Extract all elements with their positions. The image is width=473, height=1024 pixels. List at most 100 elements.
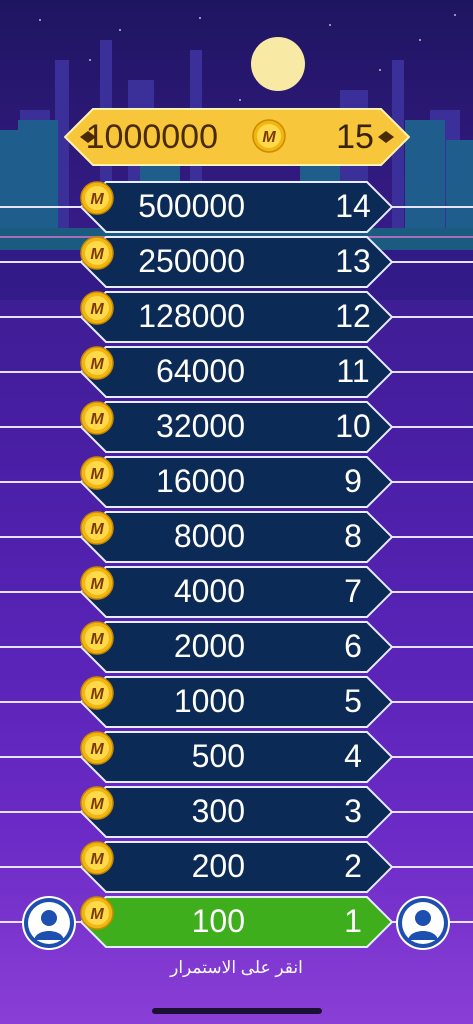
svg-text:M: M (90, 576, 104, 593)
player-avatar-left[interactable] (22, 896, 76, 950)
connector-line-right (391, 756, 473, 758)
connector-line-left (0, 866, 82, 868)
prize-pill: 16000 M 9 (80, 456, 393, 508)
svg-text:M: M (90, 521, 104, 538)
connector-line-left (0, 701, 82, 703)
prize-row-11: 64000 M 11 (0, 346, 473, 398)
coin-icon: M (80, 181, 114, 215)
prize-row-6: 2000 M 6 (0, 621, 473, 673)
prize-row-4: 500 M 4 (0, 731, 473, 783)
coin-icon: M (80, 291, 114, 325)
prize-level-number: 15 (336, 118, 374, 156)
prize-amount: 1000000 (85, 118, 218, 156)
prize-amount: 500000 (138, 188, 245, 224)
connector-line-right (391, 316, 473, 318)
prize-level-number: 14 (335, 188, 371, 224)
prize-level-number: 11 (336, 353, 370, 389)
connector-line-right (391, 536, 473, 538)
prize-level-number: 5 (344, 683, 362, 719)
player-avatar-right[interactable] (396, 896, 450, 950)
connector-line-right (391, 866, 473, 868)
connector-line-left (0, 811, 82, 813)
connector-line-left (0, 371, 82, 373)
svg-text:M: M (90, 686, 104, 703)
connector-line-left (0, 646, 82, 648)
prize-row-14: 500000 M 14 (0, 181, 473, 233)
svg-text:M: M (90, 191, 104, 208)
prize-amount: 32000 (156, 408, 245, 444)
connector-line-right (391, 426, 473, 428)
prize-level-number: 8 (344, 518, 362, 554)
prize-amount: 200 (191, 848, 245, 884)
prize-level-number: 9 (344, 463, 362, 499)
prize-pill: 500 M 4 (80, 731, 393, 783)
svg-text:M: M (262, 129, 276, 146)
svg-text:M: M (90, 356, 104, 373)
prize-pill: 500000 M 14 (80, 181, 393, 233)
prize-amount: 300 (191, 793, 245, 829)
prize-pill: 300 M 3 (80, 786, 393, 838)
connector-line-left (0, 261, 82, 263)
prize-row-12: 128000 M 12 (0, 291, 473, 343)
svg-text:M: M (90, 631, 104, 648)
prize-pill: 4000 M 7 (80, 566, 393, 618)
svg-text:M: M (90, 851, 104, 868)
coin-icon: M (80, 401, 114, 435)
svg-text:M: M (90, 466, 104, 483)
svg-text:M: M (90, 246, 104, 263)
connector-line-left (0, 316, 82, 318)
connector-line-right (391, 261, 473, 263)
connector-line-right (391, 371, 473, 373)
prize-amount: 100 (191, 903, 245, 939)
prize-ladder: 1000000 M 15 500000 M 14 250000 M 13 128000 M 12 640… (0, 0, 473, 1024)
prize-level-number: 7 (344, 573, 362, 609)
prize-amount: 16000 (156, 463, 245, 499)
user-avatar-icon (24, 898, 74, 948)
prize-row-8: 8000 M 8 (0, 511, 473, 563)
prize-pill: 8000 M 8 (80, 511, 393, 563)
coin-icon: M (80, 621, 114, 655)
coin-icon: M (80, 676, 114, 710)
prize-amount: 1000 (173, 683, 245, 719)
prize-pill: 1000000 M 15 (64, 108, 410, 166)
prize-row-9: 16000 M 9 (0, 456, 473, 508)
prize-pill: 1000 M 5 (80, 676, 393, 728)
connector-line-left (0, 756, 82, 758)
user-avatar-icon (398, 898, 448, 948)
prize-pill: 32000 M 10 (80, 401, 393, 453)
connector-line-right (391, 481, 473, 483)
connector-line-right (391, 591, 473, 593)
prize-row-7: 4000 M 7 (0, 566, 473, 618)
prize-row-13: 250000 M 13 (0, 236, 473, 288)
connector-line-left (0, 481, 82, 483)
coin-icon: M (80, 786, 114, 820)
prize-level-number: 3 (344, 793, 362, 829)
svg-text:M: M (90, 301, 104, 318)
coin-icon: M (252, 119, 286, 153)
tap-to-continue-hint[interactable]: انقر على الاستمرار (0, 958, 473, 978)
prize-amount: 64000 (156, 353, 245, 389)
svg-text:M: M (90, 796, 104, 813)
coin-icon: M (80, 841, 114, 875)
connector-line-right (391, 206, 473, 208)
connector-line-left (0, 591, 82, 593)
prize-level-number: 10 (335, 408, 371, 444)
prize-row-10: 32000 M 10 (0, 401, 473, 453)
prize-row-2: 200 M 2 (0, 841, 473, 893)
prize-amount: 4000 (173, 573, 245, 609)
coin-icon: M (80, 346, 114, 380)
coin-icon: M (80, 896, 114, 930)
connector-line-left (0, 536, 82, 538)
connector-line-right (391, 701, 473, 703)
prize-pill: 100 M 1 (80, 896, 393, 948)
prize-row-15: 1000000 M 15 (0, 108, 473, 166)
prize-level-number: 12 (335, 298, 371, 334)
prize-level-number: 1 (344, 903, 362, 939)
prize-level-number: 4 (344, 738, 362, 774)
home-indicator (152, 1008, 322, 1014)
prize-amount: 8000 (173, 518, 245, 554)
prize-amount: 500 (191, 738, 245, 774)
prize-pill: 250000 M 13 (80, 236, 393, 288)
prize-pill: 2000 M 6 (80, 621, 393, 673)
svg-text:M: M (90, 906, 104, 923)
